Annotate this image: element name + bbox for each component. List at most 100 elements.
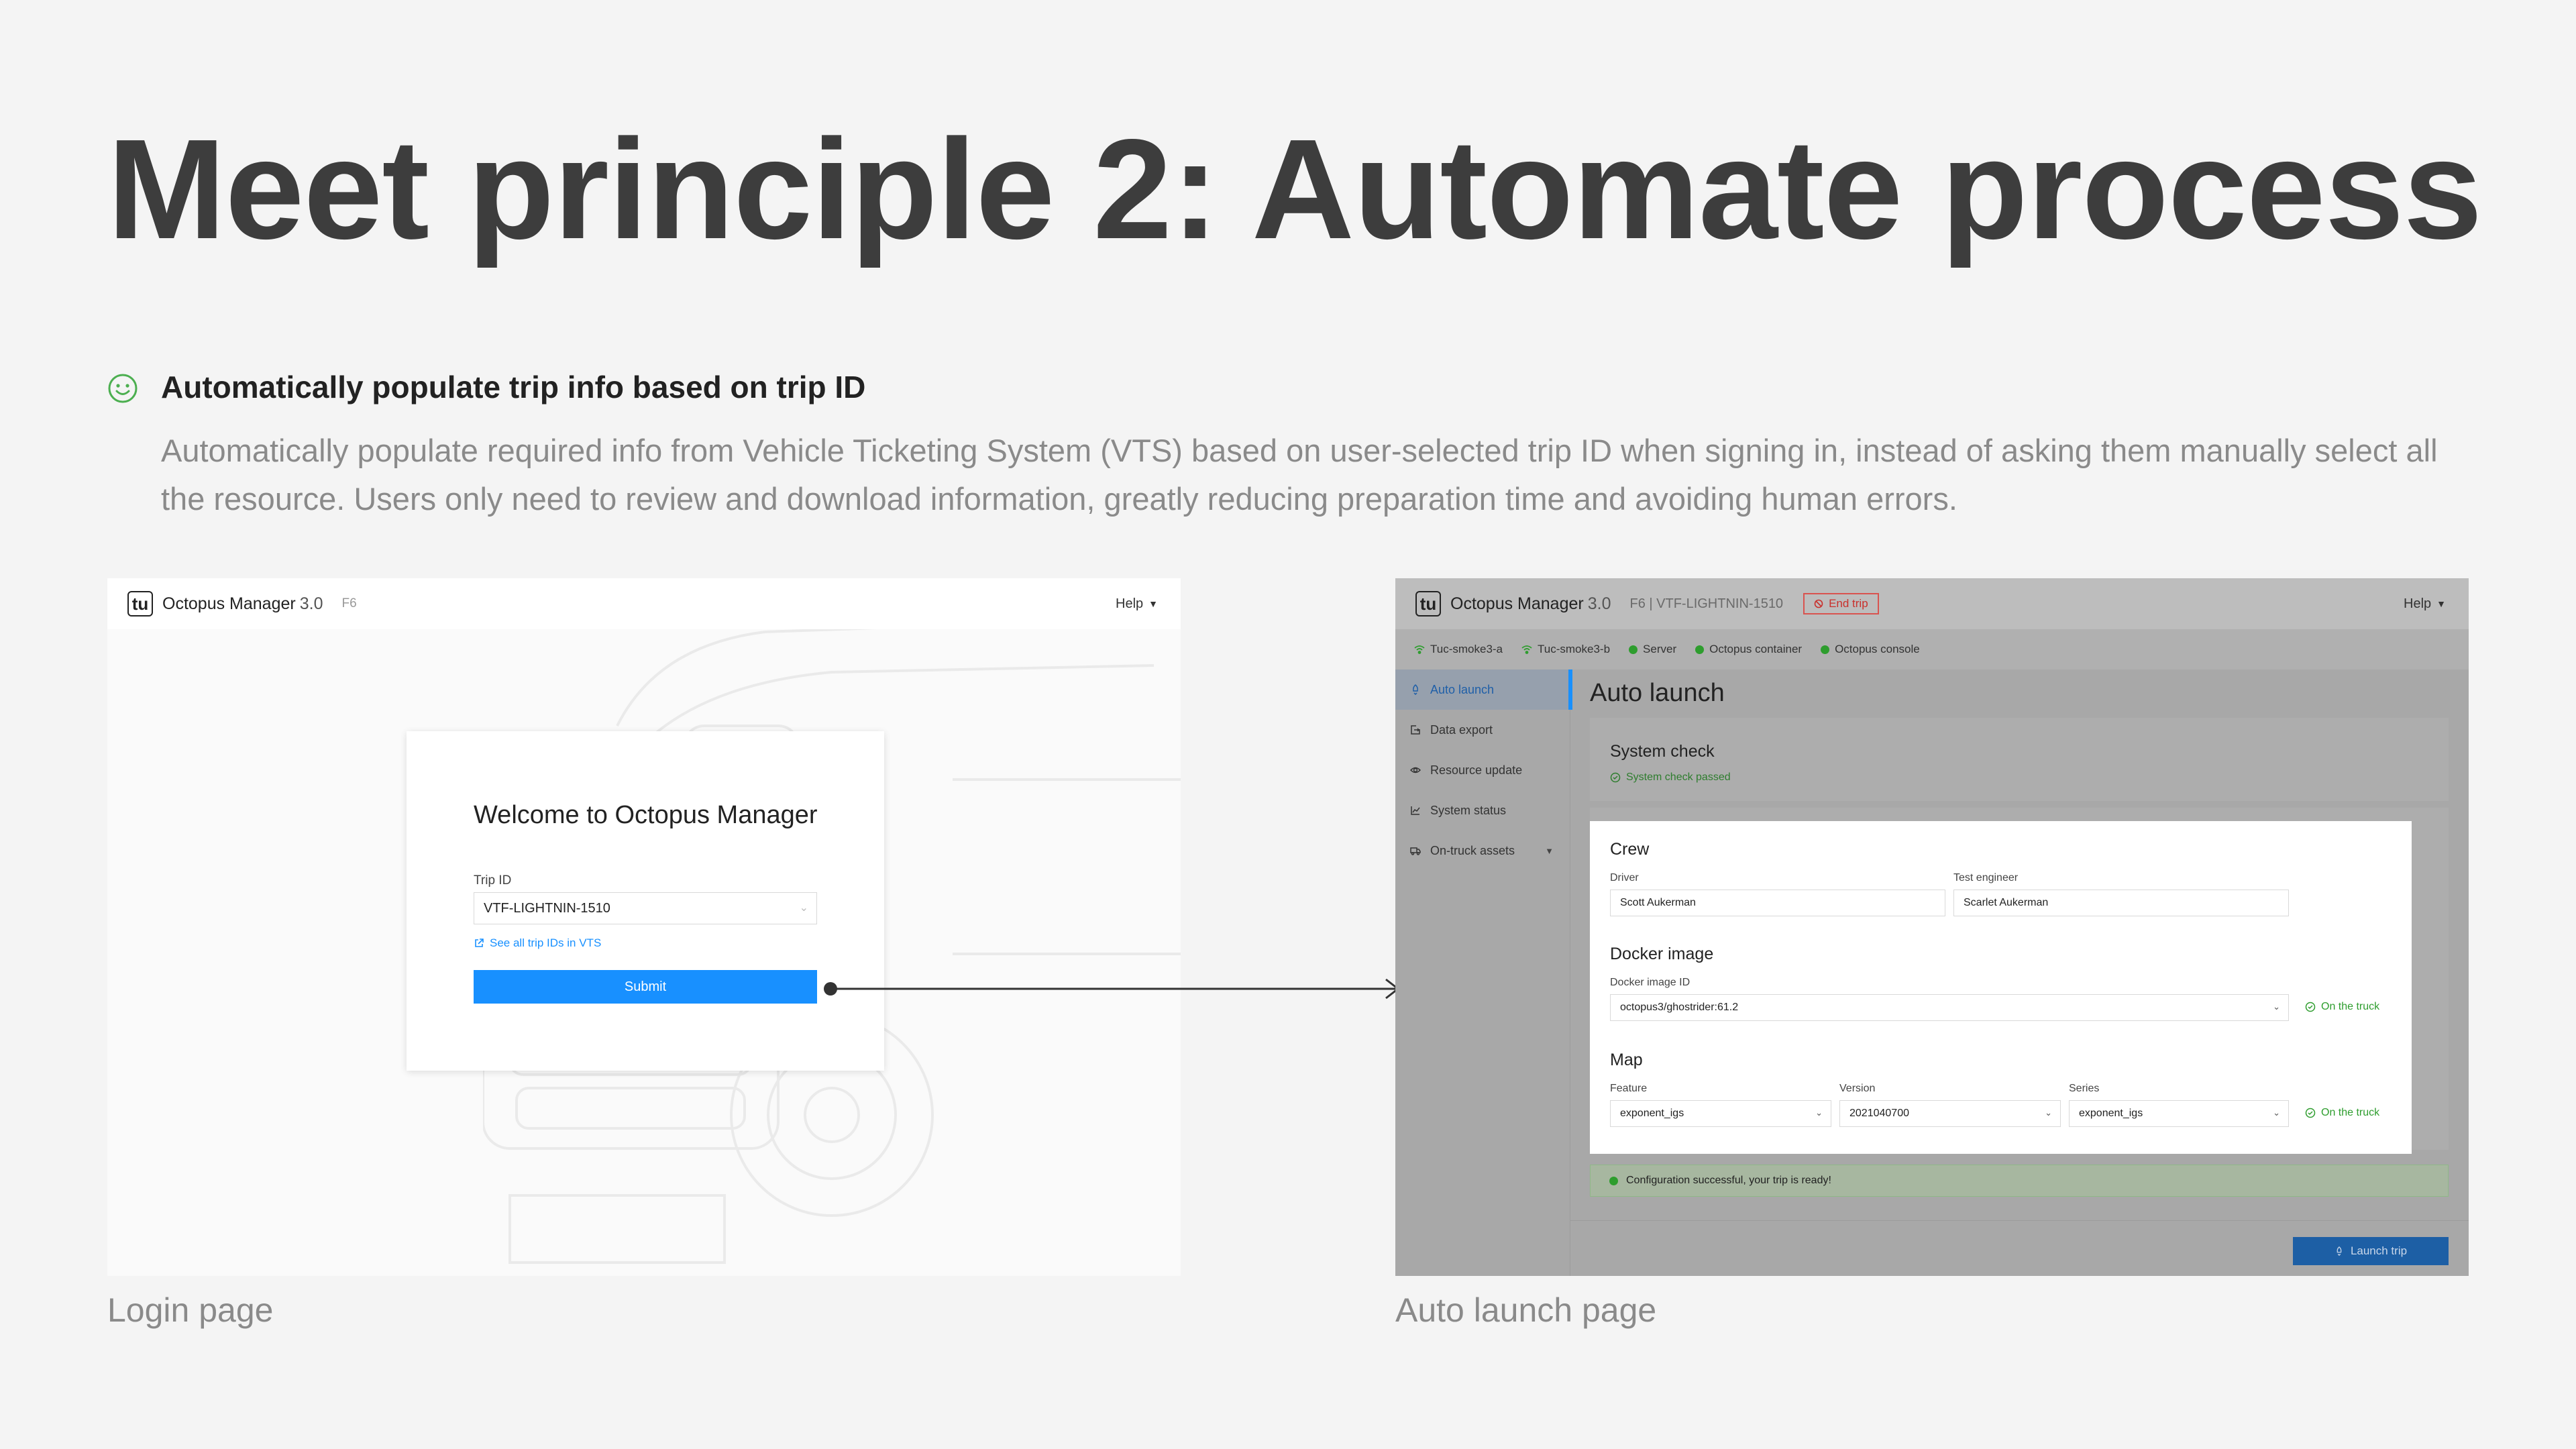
system-check-status-label: System check passed [1626,771,1731,783]
status-dot-icon [1695,645,1705,654]
success-message: Configuration successful, your trip is r… [1626,1175,1831,1186]
chevron-down-icon: ⌄ [799,902,808,914]
status-label: Tuc-smoke3-b [1538,643,1611,655]
nav-label: Resource update [1430,763,1523,777]
version-value: 2021040700 [1849,1108,1909,1119]
app-name: Octopus Manager [1450,594,1584,613]
success-alert: Configuration successful, your trip is r… [1590,1165,2449,1197]
status-item: Tuc-smoke3-b [1521,643,1610,656]
nav-label: Data export [1430,722,1493,737]
chevron-down-icon: ⌄ [2273,1002,2280,1012]
system-check-status: System check passed [1610,771,1731,784]
trip-info: F6 | VTF-LIGHTNIN-1510 [1629,596,1784,611]
external-link-icon [475,938,484,947]
auto-header: tu Octopus Manager 3.0 F6 | VTF-LIGHTNIN… [1395,578,2469,629]
status-bar: Tuc-smoke3-a Tuc-smoke3-b Server Octopus… [1395,629,2469,669]
app-version: 3.0 [299,594,323,613]
series-select[interactable]: exponent_igs ⌄ [2069,1100,2289,1127]
version-select[interactable]: 2021040700 ⌄ [1839,1100,2061,1127]
trip-id-select[interactable]: VTF-LIGHTNIN-1510 ⌄ [474,892,817,924]
docker-id-select[interactable]: octopus3/ghostrider:61.2 ⌄ [1610,994,2289,1021]
chevron-down-icon: ⌄ [2045,1108,2052,1118]
arrow-connector [824,978,1400,1000]
help-menu[interactable]: Help ▼ [2404,578,2446,629]
login-caption: Login page [107,1291,274,1329]
end-trip-button[interactable]: End trip [1803,593,1879,614]
map-title: Map [1610,1051,1643,1069]
help-menu[interactable]: Help ▼ [1116,578,1158,629]
submit-button[interactable]: Submit [474,970,817,1004]
status-item: Server [1629,643,1676,656]
wifi-icon [1414,645,1425,654]
driver-label: Driver [1610,872,1639,883]
stop-icon [1814,599,1823,608]
chevron-down-icon: ⌄ [2273,1108,2280,1118]
crew-title: Crew [1610,840,1650,859]
version-label: Version [1839,1083,1876,1094]
engineer-field[interactable]: Scarlet Aukerman [1953,890,2289,916]
series-value: exponent_igs [2079,1108,2143,1119]
help-label: Help [2404,596,2432,611]
welcome-heading: Welcome to Octopus Manager [474,801,818,829]
login-screenshot: tu Octopus Manager 3.0 F6 Help ▼ Welcome… [107,578,1181,1276]
driver-value: Scott Aukerman [1620,897,1696,908]
status-label: Octopus container [1709,643,1803,655]
page-title: Auto launch [1590,679,1725,707]
launch-trip-button[interactable]: Launch trip [2293,1237,2449,1265]
slide-title: Meet principle 2: Automate process [107,109,2482,268]
engineer-value: Scarlet Aukerman [1964,897,2049,908]
caret-down-icon: ▼ [2436,598,2446,609]
rocket-icon [2337,1246,2342,1256]
vts-link[interactable]: See all trip IDs in VTS [474,936,601,950]
nav-item-on-truck-assets[interactable]: On-truck assets ▼ [1395,830,1570,871]
nav-item-data-export[interactable]: Data export [1395,710,1570,750]
driver-field[interactable]: Scott Aukerman [1610,890,1945,916]
eye-icon [1410,767,1421,773]
wifi-icon [1521,645,1532,654]
map-status: On the truck [2305,1107,2379,1119]
nav-label: System status [1430,803,1507,817]
check-circle-icon [1610,772,1621,783]
nav-item-auto-launch[interactable]: Auto launch [1395,669,1572,710]
nav-item-resource-update[interactable]: Resource update [1395,750,1570,790]
login-card: Welcome to Octopus Manager Trip ID VTF-L… [407,731,884,1071]
feature-value: exponent_igs [1620,1108,1684,1119]
check-circle-icon [2305,1108,2316,1118]
chevron-down-icon: ⌄ [1815,1108,1823,1118]
help-label: Help [1116,596,1144,611]
login-header: tu Octopus Manager 3.0 F6 Help ▼ [107,578,1181,629]
status-item: Tuc-smoke3-a [1414,643,1503,656]
end-trip-label: End trip [1829,597,1868,610]
docker-id-value: octopus3/ghostrider:61.2 [1620,1002,1739,1013]
status-label: Tuc-smoke3-a [1430,643,1503,655]
caret-down-icon: ▼ [1148,598,1158,609]
system-check-card: System check System check passed [1590,718,2449,801]
feature-label: Feature [1610,1083,1648,1094]
docker-title: Docker image [1610,945,1714,963]
side-nav: Auto launch Data export Resource update … [1395,669,1572,1276]
rocket-icon [1413,684,1418,695]
status-label: Octopus console [1835,643,1920,655]
nav-item-system-status[interactable]: System status [1395,790,1570,830]
series-label: Series [2069,1083,2100,1094]
map-status-label: On the truck [2321,1107,2380,1118]
success-dot-icon [1609,1176,1618,1185]
app-version: 3.0 [1587,594,1611,613]
tu-logo: tu [127,591,153,616]
line-chart-icon [1411,806,1420,815]
principle-heading: Automatically populate trip info based o… [161,370,866,405]
app-name: Octopus Manager [162,594,296,613]
bottom-bar: Launch trip [1570,1220,2469,1276]
check-circle-icon [2305,1002,2316,1012]
feature-select[interactable]: exponent_igs ⌄ [1610,1100,1831,1127]
export-icon [1411,725,1420,735]
principle-description: Automatically populate required info fro… [161,433,2438,517]
trip-id-label: Trip ID [474,873,512,888]
status-dot-icon [1629,645,1638,654]
chevron-down-icon: ▼ [1545,845,1554,856]
fleet-label: F6 [341,596,357,610]
tu-logo: tu [1415,591,1441,616]
main-content: Auto launch System check System check pa… [1570,669,2469,1276]
auto-launch-caption: Auto launch page [1395,1291,1657,1329]
docker-id-label: Docker image ID [1610,977,1690,988]
